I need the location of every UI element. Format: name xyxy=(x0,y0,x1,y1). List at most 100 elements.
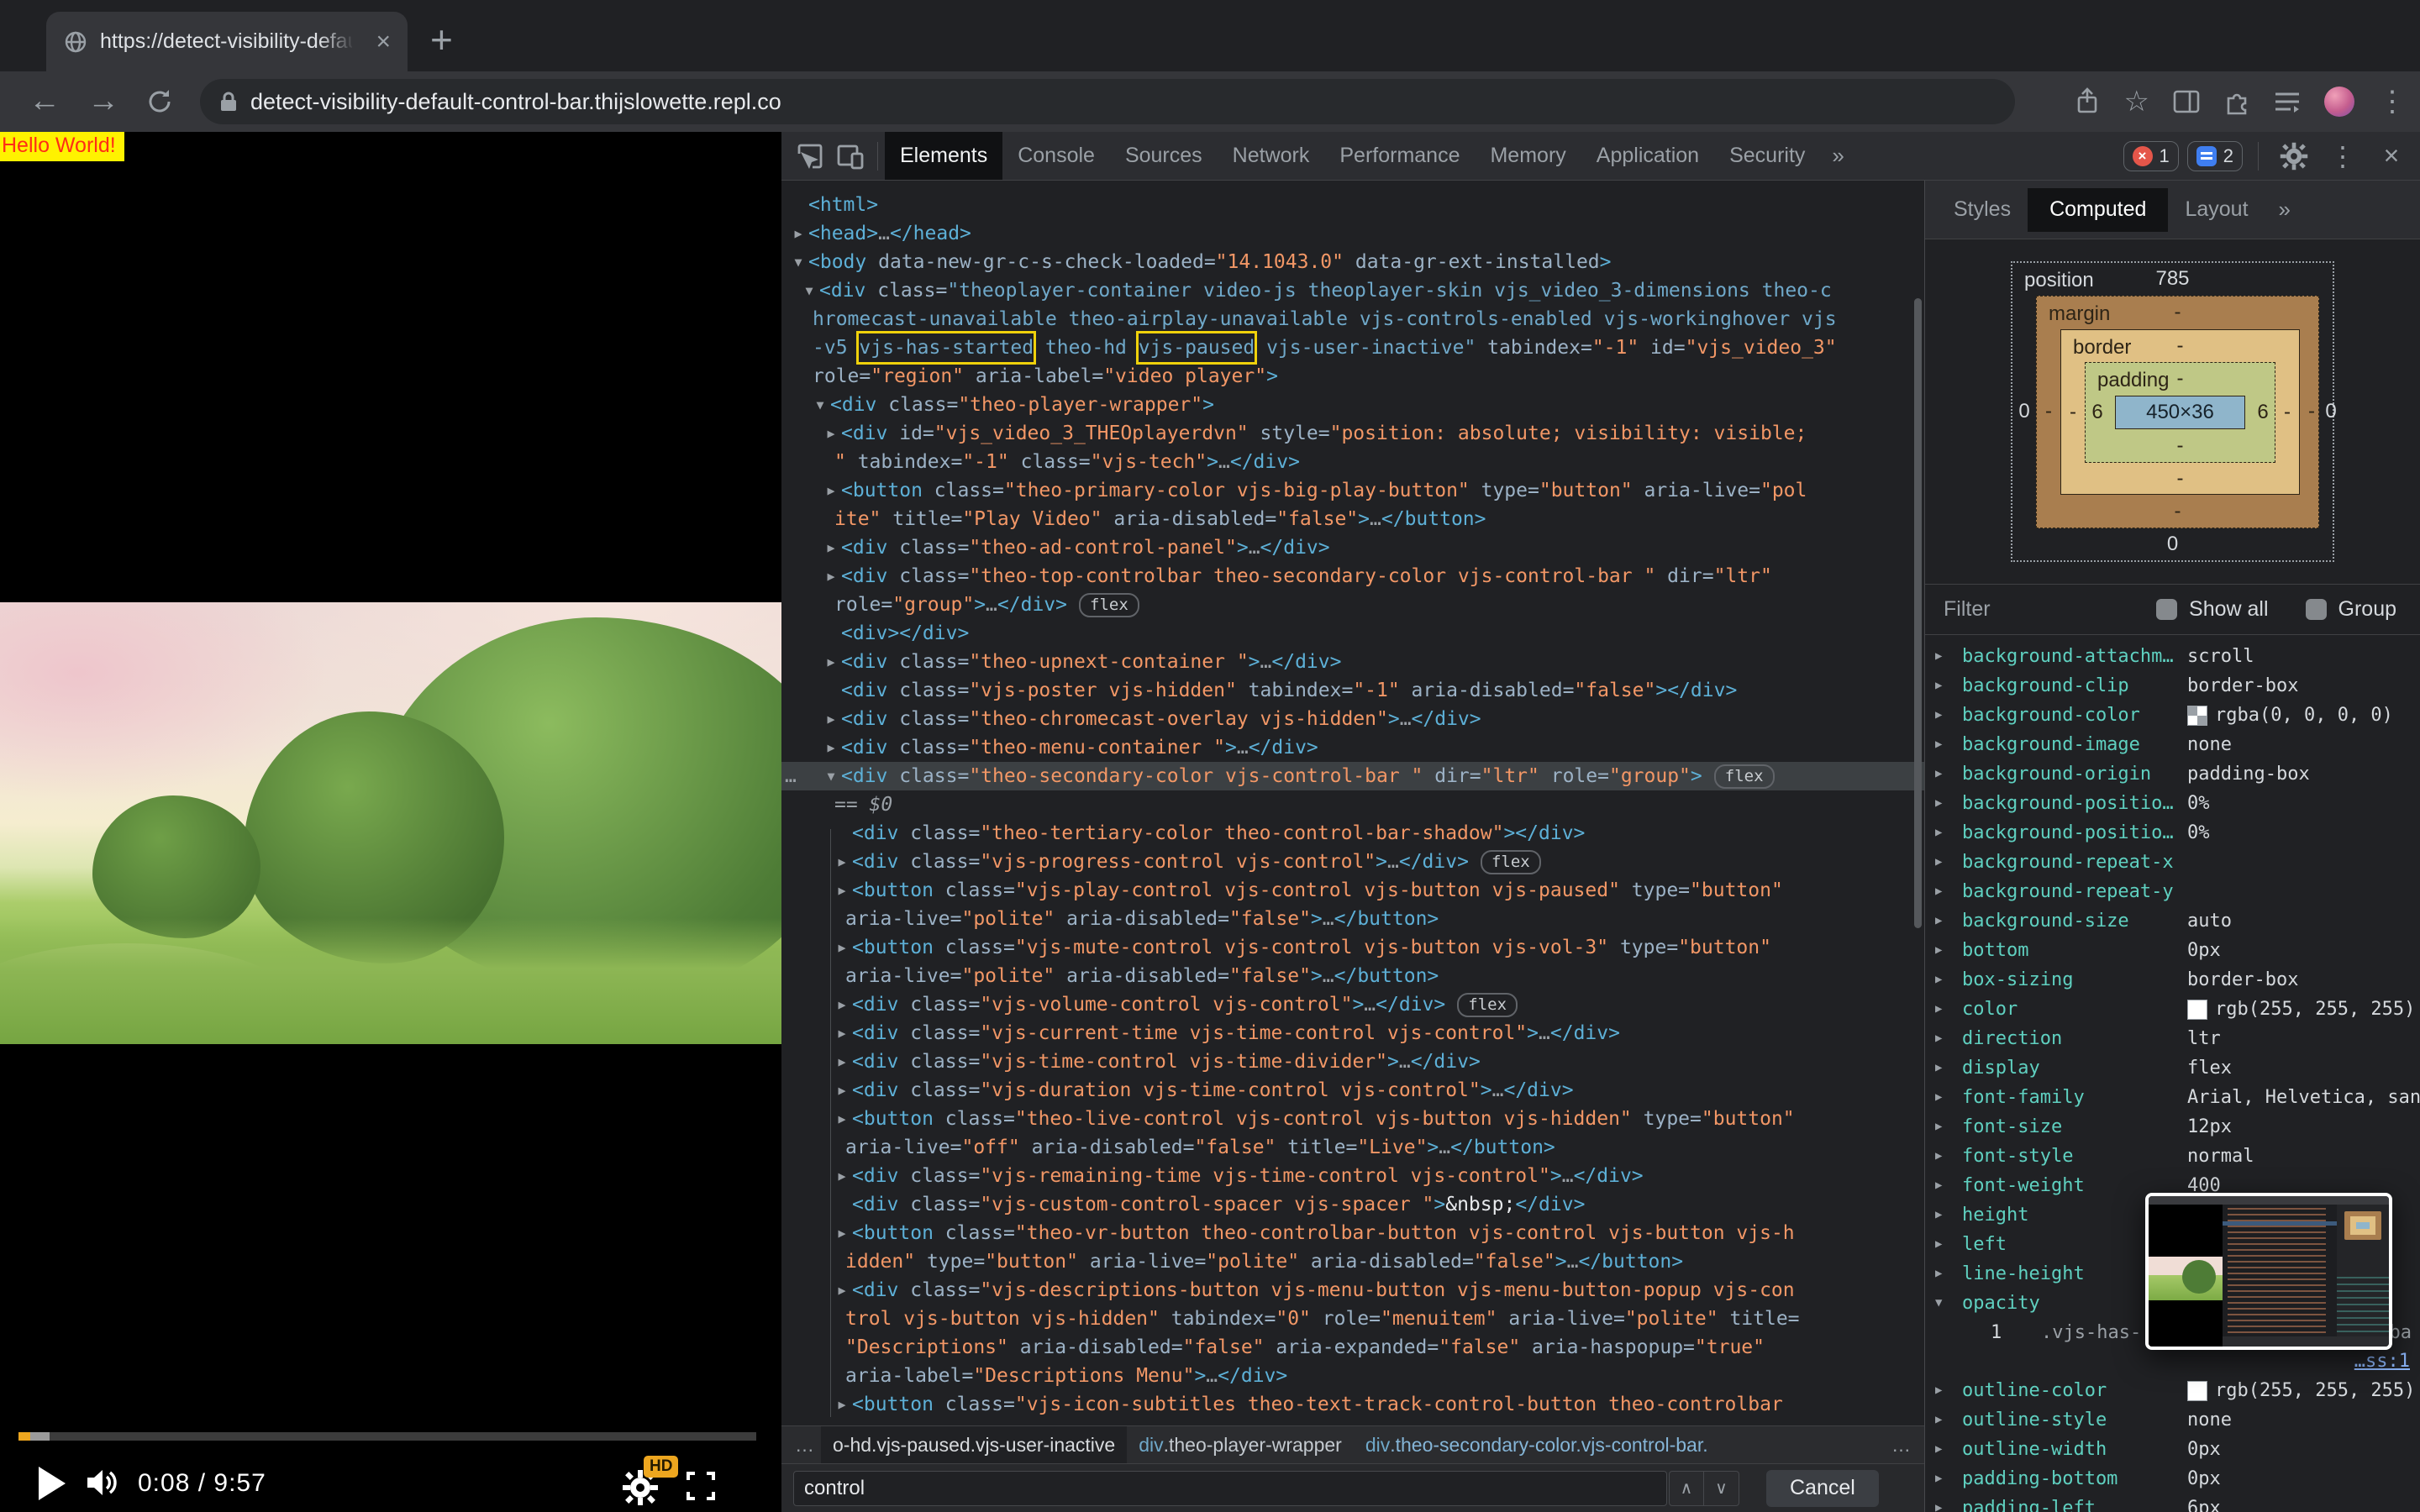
more-tabs-icon[interactable]: » xyxy=(1820,143,1855,169)
margin-left-value[interactable]: - xyxy=(2037,400,2060,423)
reload-button[interactable] xyxy=(145,87,175,117)
computed-property-row[interactable]: ▶font-familyArial, Helvetica, sans-serif xyxy=(1925,1083,2420,1112)
find-next-icon[interactable]: ∨ xyxy=(1704,1471,1739,1506)
property-expand-icon[interactable]: ▶ xyxy=(1935,1200,1962,1230)
expand-arrow-icon[interactable]: ▶ xyxy=(821,476,841,505)
expand-arrow-icon[interactable]: ▶ xyxy=(832,1219,852,1247)
expand-arrow-icon[interactable]: ▼ xyxy=(799,276,819,305)
padding-left-value[interactable]: 6 xyxy=(2086,401,2109,424)
expand-arrow-icon[interactable]: ▶ xyxy=(821,562,841,591)
devtools-settings-gear-icon[interactable] xyxy=(2274,136,2314,176)
color-swatch[interactable] xyxy=(2187,1381,2207,1401)
devtools-tab-elements[interactable]: Elements xyxy=(885,132,1002,180)
property-expand-icon[interactable]: ▶ xyxy=(1935,1405,1962,1435)
expand-arrow-icon[interactable]: ▶ xyxy=(821,419,841,448)
dom-tree-node[interactable]: ▶<div class="vjs-descriptions-button vjs… xyxy=(781,1276,1924,1305)
expand-arrow-icon[interactable]: ▶ xyxy=(788,219,808,248)
sidebar-tab-computed[interactable]: Computed xyxy=(2028,188,2168,232)
breadcrumb-item[interactable]: div.theo-secondary-color.vjs-control-bar… xyxy=(1354,1426,1720,1463)
expand-arrow-icon[interactable]: ▶ xyxy=(832,1019,852,1047)
dom-tree-node[interactable]: " tabindex="-1" class="vjs-tech">…</div> xyxy=(781,448,1924,476)
computed-property-row[interactable]: ▶background-imagenone xyxy=(1925,730,2420,759)
box-model-content[interactable]: 450×36 xyxy=(2115,396,2245,429)
property-expand-icon[interactable]: ▶ xyxy=(1935,965,1962,995)
bookmark-star-icon[interactable]: ☆ xyxy=(2124,85,2149,118)
dom-tree-node[interactable]: <div></div> xyxy=(781,619,1924,648)
dom-tree-node[interactable]: ▶<div class="vjs-time-control vjs-time-d… xyxy=(781,1047,1924,1076)
forward-button[interactable]: → xyxy=(87,83,119,119)
devtools-tab-performance[interactable]: Performance xyxy=(1324,132,1475,180)
dom-tree-node[interactable]: trol vjs-button vjs-hidden" tabindex="0"… xyxy=(781,1305,1924,1333)
dom-tree-node[interactable]: ite" title="Play Video" aria-disabled="f… xyxy=(781,505,1924,533)
box-model-padding[interactable]: padding - 6 450×36 6 - xyxy=(2085,362,2275,463)
stylesheet-link[interactable]: …ss:1 xyxy=(2354,1351,2410,1372)
property-expand-icon[interactable]: ▶ xyxy=(1935,936,1962,965)
devtools-tab-network[interactable]: Network xyxy=(1218,132,1325,180)
property-expand-icon[interactable]: ▶ xyxy=(1935,1083,1962,1112)
dom-tree-node[interactable]: ▶<div class="theo-chromecast-overlay vjs… xyxy=(781,705,1924,733)
property-expand-icon[interactable]: ▶ xyxy=(1935,1171,1962,1200)
profile-avatar[interactable] xyxy=(2324,87,2354,117)
property-expand-icon[interactable]: ▶ xyxy=(1935,1024,1962,1053)
dom-tree-node[interactable]: ▶<head>…</head> xyxy=(781,219,1924,248)
border-top-value[interactable]: - xyxy=(2177,334,2184,357)
computed-property-row[interactable]: ▶font-stylenormal xyxy=(1925,1142,2420,1171)
position-left-value[interactable]: 0 xyxy=(2012,400,2036,423)
find-input[interactable] xyxy=(793,1471,1667,1506)
computed-property-row[interactable]: ▶background-originpadding-box xyxy=(1925,759,2420,789)
expand-arrow-icon[interactable]: ▶ xyxy=(821,533,841,562)
devtools-tab-sources[interactable]: Sources xyxy=(1110,132,1218,180)
video-frame[interactable] xyxy=(0,602,781,1044)
group-checkbox[interactable] xyxy=(2306,599,2327,620)
error-badge[interactable]: ×1 xyxy=(2123,141,2179,171)
computed-property-row[interactable]: ▶outline-colorrgb(255, 255, 255) xyxy=(1925,1376,2420,1405)
url-text[interactable]: detect-visibility-default-control-bar.th… xyxy=(250,89,781,115)
dom-tree-node[interactable]: ▶<button class="theo-live-control vjs-co… xyxy=(781,1105,1924,1133)
padding-right-value[interactable]: 6 xyxy=(2251,401,2275,424)
expand-arrow-icon[interactable]: ▶ xyxy=(832,1105,852,1133)
inspect-element-icon[interactable] xyxy=(790,136,830,176)
computed-property-row[interactable]: ▶outline-stylenone xyxy=(1925,1405,2420,1435)
new-tab-button[interactable]: + xyxy=(430,17,453,62)
expand-arrow-icon[interactable]: ▶ xyxy=(832,876,852,905)
find-previous-icon[interactable]: ∧ xyxy=(1669,1471,1704,1506)
back-button[interactable]: ← xyxy=(29,83,60,119)
border-right-value[interactable]: - xyxy=(2275,401,2299,424)
property-expand-icon[interactable]: ▶ xyxy=(1935,848,1962,877)
dom-tree-node[interactable]: ▶<div class="vjs-current-time vjs-time-c… xyxy=(781,1019,1924,1047)
border-bottom-value[interactable]: - xyxy=(2177,467,2184,490)
screenshot-preview-thumbnail[interactable] xyxy=(2145,1193,2392,1350)
dom-tree-node[interactable]: "Descriptions" aria-disabled="false" ari… xyxy=(781,1333,1924,1362)
dom-tree-node[interactable]: ▶<button class="vjs-mute-control vjs-con… xyxy=(781,933,1924,962)
dom-tree-node[interactable]: ▼<body data-new-gr-c-s-check-loaded="14.… xyxy=(781,248,1924,276)
device-toolbar-icon[interactable] xyxy=(830,136,871,176)
dom-tree-node[interactable]: ▶<div class="theo-upnext-container ">…</… xyxy=(781,648,1924,676)
dom-tree-node[interactable]: ▶<button class="theo-vr-button theo-cont… xyxy=(781,1219,1924,1247)
volume-icon[interactable] xyxy=(84,1464,121,1501)
property-expand-icon[interactable]: ▶ xyxy=(1935,1259,1962,1289)
computed-property-row[interactable]: ▶background-attachmentscroll xyxy=(1925,642,2420,671)
position-bottom-value[interactable]: 0 xyxy=(2167,533,2178,555)
padding-top-value[interactable]: - xyxy=(2177,367,2184,390)
computed-property-row[interactable]: ▶background-colorrgba(0, 0, 0, 0) xyxy=(1925,701,2420,730)
play-button[interactable] xyxy=(39,1467,66,1500)
dom-tree-node[interactable]: -v5 vjs-has-started theo-hd vjs-paused v… xyxy=(781,333,1924,362)
dom-tree-node[interactable]: hromecast-unavailable theo-airplay-unava… xyxy=(781,305,1924,333)
dom-tree-node[interactable]: role="region" aria-label="video player"> xyxy=(781,362,1924,391)
computed-property-row[interactable]: ▶background-repeat-x xyxy=(1925,848,2420,877)
computed-property-row[interactable]: ▶font-size12px xyxy=(1925,1112,2420,1142)
sidebar-more-tabs-icon[interactable]: » xyxy=(2265,197,2304,223)
computed-property-row[interactable]: ▶directionltr xyxy=(1925,1024,2420,1053)
expand-arrow-icon[interactable]: ▶ xyxy=(832,1162,852,1190)
property-expand-icon[interactable]: ▶ xyxy=(1935,642,1962,671)
share-icon[interactable] xyxy=(2074,87,2101,116)
scrollbar-thumb[interactable] xyxy=(1914,298,1922,928)
video-progress-bar[interactable] xyxy=(18,1432,756,1441)
devtools-tab-memory[interactable]: Memory xyxy=(1475,132,1581,180)
fullscreen-icon[interactable] xyxy=(686,1471,716,1501)
dom-tree-node[interactable]: <div class="vjs-poster vjs-hidden" tabin… xyxy=(781,676,1924,705)
computed-property-row[interactable]: ▶box-sizingborder-box xyxy=(1925,965,2420,995)
property-expand-icon[interactable]: ▶ xyxy=(1935,759,1962,789)
dom-tree-node[interactable]: ▶<div class="theo-menu-container ">…</di… xyxy=(781,733,1924,762)
expand-arrow-icon[interactable]: ▶ xyxy=(832,1276,852,1305)
